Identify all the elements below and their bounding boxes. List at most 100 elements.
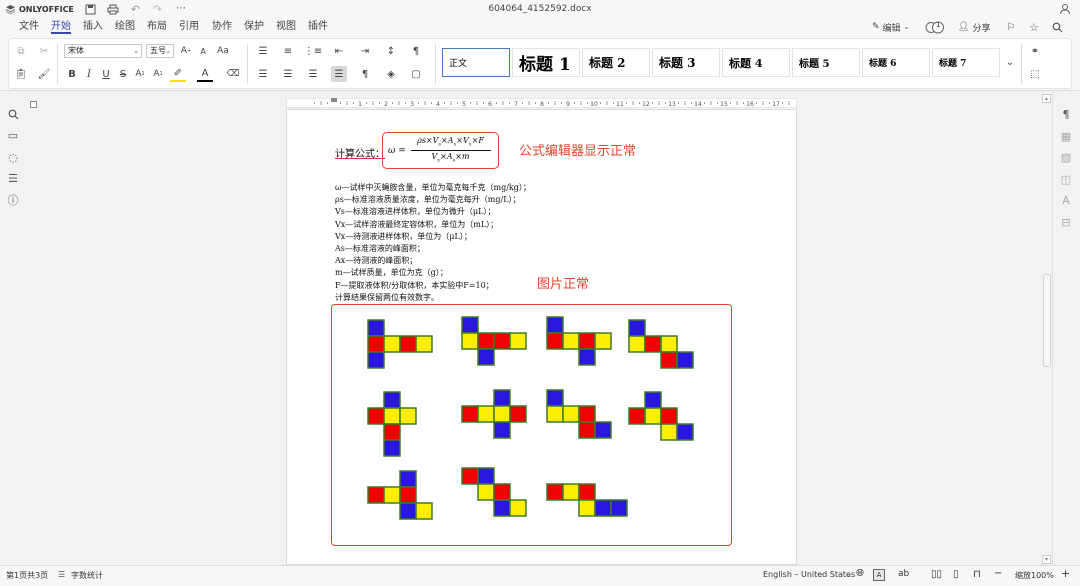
paragraph-settings-icon[interactable]: ¶ [1059, 107, 1073, 121]
borders-icon[interactable]: ▢ [408, 66, 424, 82]
chat-icon[interactable]: ◌ [6, 150, 20, 164]
save-icon[interactable] [84, 3, 97, 16]
numbered-list-icon[interactable]: ≡ [280, 43, 296, 59]
line-spacing-icon[interactable]: ↕ [383, 43, 399, 59]
select-icon[interactable]: ⬚ [1027, 66, 1043, 82]
fit-width-icon[interactable]: ⊓ [973, 569, 981, 580]
more-icon[interactable]: ⋯ [174, 2, 188, 15]
redo-icon[interactable]: ↷ [151, 3, 164, 16]
edit-mode-button[interactable]: ✎ 编辑 ⌄ [872, 19, 909, 35]
align-center-icon[interactable]: ☰ [280, 66, 296, 82]
form-settings-icon[interactable]: ⊟ [1059, 215, 1073, 229]
bold-icon[interactable]: B [64, 66, 80, 82]
comments-icon[interactable]: ▭ [6, 128, 20, 142]
search-icon[interactable] [6, 107, 20, 121]
copy-icon[interactable]: ⧉ [13, 43, 29, 59]
spellcheck-icon[interactable]: A [873, 569, 885, 581]
cut-icon[interactable]: ✂ [36, 43, 52, 59]
increase-indent-icon[interactable]: ⇥ [357, 43, 373, 59]
share-button[interactable]: 👤︎ 分享 [958, 19, 990, 35]
italic-icon[interactable]: I [81, 66, 97, 82]
search-icon[interactable] [1050, 20, 1064, 34]
tab-file[interactable]: 文件 [19, 20, 39, 34]
tab-collaboration[interactable]: 协作 [212, 20, 232, 34]
tab-home[interactable]: 开始 [51, 20, 71, 34]
style-heading-6[interactable]: 标题 6 [862, 48, 930, 77]
tab-protection[interactable]: 保护 [244, 20, 264, 34]
cube-net-diagram [546, 316, 612, 366]
style-heading-3[interactable]: 标题 3 [652, 48, 720, 77]
view-mode-icon[interactable]: ▯▯ [931, 569, 942, 580]
co-editors-button[interactable]: 1 [925, 19, 945, 35]
fit-page-icon[interactable]: ▯ [953, 569, 959, 580]
chevron-down-icon: ⌄ [903, 23, 910, 31]
align-right-icon[interactable]: ☰ [305, 66, 321, 82]
globe-icon[interactable]: 🌐︎ [856, 568, 864, 579]
style-heading-1[interactable]: 标题 1 [512, 48, 580, 77]
bullet-list-icon[interactable]: ☰ [255, 43, 271, 59]
table-settings-icon[interactable]: ▦ [1059, 129, 1073, 143]
language-select[interactable]: English – United States [763, 570, 855, 579]
increase-font-icon[interactable]: A + [178, 43, 194, 59]
align-left-icon[interactable]: ☰ [255, 66, 271, 82]
underline-icon[interactable]: U [98, 66, 114, 82]
decrease-font-icon[interactable]: A- [196, 43, 212, 59]
word-count-button[interactable]: 字数统计 [71, 570, 103, 581]
tab-plugins[interactable]: 插件 [308, 20, 328, 34]
image-settings-icon[interactable]: ▨ [1059, 150, 1073, 164]
cube-nets-image-frame[interactable] [331, 304, 732, 546]
scroll-down-icon[interactable]: ▾ [1042, 555, 1051, 564]
style-heading-5[interactable]: 标题 5 [792, 48, 860, 77]
tab-references[interactable]: 引用 [179, 20, 199, 34]
tab-draw[interactable]: 绘图 [115, 20, 135, 34]
superscript-icon[interactable]: A1 [132, 66, 148, 82]
scroll-up-icon[interactable]: ▴ [1042, 94, 1051, 103]
zoom-out-icon[interactable]: − [994, 568, 1002, 579]
font-color-icon[interactable]: A [197, 66, 213, 82]
strikethrough-icon[interactable]: S [115, 66, 131, 82]
font-size-select[interactable]: 五号 ⌄ [146, 44, 174, 58]
print-icon[interactable] [106, 3, 119, 16]
shape-settings-icon[interactable]: ◫ [1059, 172, 1073, 186]
track-changes-icon[interactable]: ab [898, 569, 909, 579]
tab-insert[interactable]: 插入 [83, 20, 103, 34]
styles-expand-chevron-icon[interactable]: ⌄ [1002, 54, 1018, 70]
vertical-scrollbar-thumb[interactable] [1043, 274, 1051, 367]
open-location-icon[interactable]: ⚐ [1004, 20, 1018, 34]
shading-icon[interactable]: ◈ [383, 66, 399, 82]
favorite-star-icon[interactable]: ☆ [1027, 20, 1041, 34]
navigation-icon[interactable]: ☰ [6, 171, 20, 185]
decrease-indent-icon[interactable]: ⇤ [331, 43, 347, 59]
nonprinting-icon[interactable]: ¶ [408, 43, 424, 59]
zoom-level[interactable]: 缩放100% [1015, 570, 1054, 581]
textart-settings-icon[interactable]: A [1059, 193, 1073, 207]
justify-icon[interactable]: ☰ [331, 66, 347, 82]
paste-icon[interactable]: 📋︎ [13, 66, 29, 82]
document-page[interactable]: 计算公式： ω = ρs×Vs×Ax×Vx×F Vx×As×m 公式编辑器显示正… [286, 109, 797, 565]
cube-face [676, 423, 694, 441]
ruler-label: 6 [488, 101, 492, 108]
copy-style-icon[interactable]: ⚭ [1027, 43, 1043, 59]
font-name-select[interactable]: 宋体 ⌄ [64, 44, 142, 58]
highlight-icon[interactable]: ✐ [170, 66, 186, 82]
horizontal-ruler[interactable]: 123456789101112131415161718 [286, 98, 797, 108]
format-painter-icon[interactable]: 🖌︎ [36, 66, 52, 82]
zoom-in-icon[interactable]: + [1061, 567, 1070, 580]
change-case-icon[interactable]: Aa [215, 43, 231, 59]
subscript-icon[interactable]: A1 [150, 66, 166, 82]
multilevel-list-icon[interactable]: ⋮≡ [304, 43, 322, 59]
tab-stop-selector[interactable] [30, 101, 37, 108]
page-counter[interactable]: 第1页共3页 [6, 570, 48, 581]
about-info-icon[interactable]: ⓘ [6, 193, 20, 207]
undo-icon[interactable]: ↶ [129, 3, 142, 16]
style-heading-7[interactable]: 标题 7 [932, 48, 1000, 77]
indent-marker[interactable] [331, 98, 337, 102]
style-heading-4[interactable]: 标题 4 [722, 48, 790, 77]
style-heading-2[interactable]: 标题 2 [582, 48, 650, 77]
clear-format-icon[interactable]: ⌫ [225, 66, 241, 82]
tab-view[interactable]: 视图 [276, 20, 296, 34]
paragraph-mark-icon[interactable]: ¶ [357, 66, 373, 82]
account-icon[interactable] [1058, 2, 1072, 16]
style-normal[interactable]: 正文 [442, 48, 510, 77]
tab-layout[interactable]: 布局 [147, 20, 167, 34]
